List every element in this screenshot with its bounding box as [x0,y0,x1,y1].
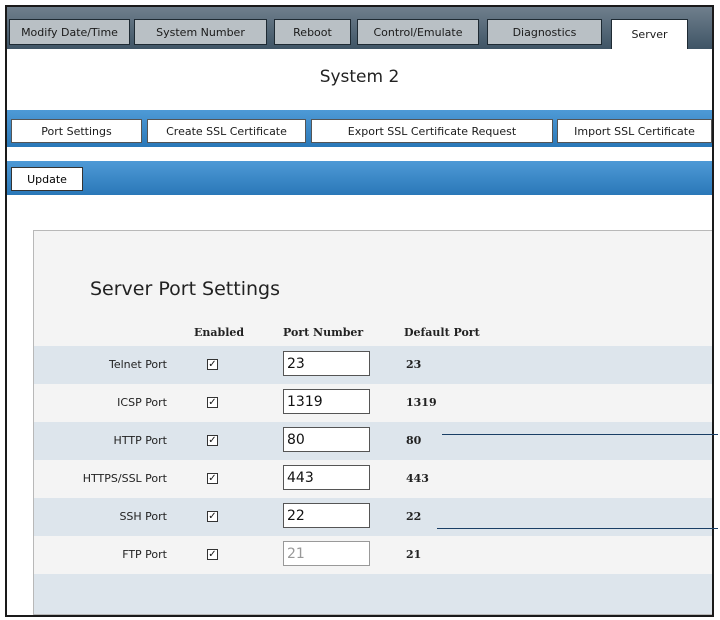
port-label: Telnet Port [108,358,167,371]
port-number-input[interactable] [283,503,370,528]
port-row-ftp: FTP Port ✓ 21 [34,536,712,574]
subtab-port-settings[interactable]: Port Settings [11,119,142,143]
default-port-value: 1319 [406,396,437,409]
default-port-value: 80 [406,434,422,447]
column-header-port-number: Port Number [283,326,364,339]
port-row-https-ssl: HTTPS/SSL Port ✓ 443 [34,460,712,498]
tab-reboot[interactable]: Reboot [274,19,351,45]
port-label: ICSP Port [117,396,167,409]
enabled-checkbox[interactable]: ✓ [207,435,218,446]
port-label: FTP Port [122,548,167,561]
port-number-input[interactable] [283,541,370,566]
callout-line-ssh [437,528,718,529]
tab-diagnostics[interactable]: Diagnostics [487,19,602,45]
port-number-input[interactable] [283,465,370,490]
port-label: HTTPS/SSL Port [82,472,167,485]
port-row-telnet: Telnet Port ✓ 23 [34,346,712,384]
tab-system-number[interactable]: System Number [134,19,267,45]
enabled-checkbox[interactable]: ✓ [207,511,218,522]
subtab-export-ssl-certificate-request[interactable]: Export SSL Certificate Request [311,119,553,143]
panel-footer-row [34,574,712,614]
enabled-checkbox[interactable]: ✓ [207,397,218,408]
port-label: HTTP Port [113,434,167,447]
port-row-ssh: SSH Port ✓ 22 [34,498,712,536]
enabled-checkbox[interactable]: ✓ [207,359,218,370]
sub-navigation: Port Settings Create SSL Certificate Exp… [7,110,712,147]
default-port-value: 23 [406,358,422,371]
default-port-value: 443 [406,472,429,485]
port-label: SSH Port [119,510,167,523]
callout-line-http [442,434,718,435]
port-number-input[interactable] [283,427,370,452]
server-port-settings-panel: Server Port Settings Enabled Port Number… [33,230,712,615]
page-title: System 2 [319,67,400,87]
port-row-http: HTTP Port ✓ 80 [34,422,712,460]
subtab-import-ssl-certificate[interactable]: Import SSL Certificate [557,119,712,143]
tab-modify-date-time[interactable]: Modify Date/Time [9,19,130,45]
port-number-input[interactable] [283,389,370,414]
tab-server[interactable]: Server [611,19,688,49]
default-port-value: 22 [406,510,422,523]
enabled-checkbox[interactable]: ✓ [207,473,218,484]
subtab-create-ssl-certificate[interactable]: Create SSL Certificate [147,119,306,143]
column-header-default-port: Default Port [404,326,480,339]
panel-heading: Server Port Settings [90,278,280,300]
update-bar: Update [7,161,712,195]
enabled-checkbox[interactable]: ✓ [207,549,218,560]
top-navigation: Modify Date/Time System Number Reboot Co… [7,7,712,49]
app-frame: Modify Date/Time System Number Reboot Co… [5,5,714,617]
tab-control-emulate[interactable]: Control/Emulate [357,19,479,45]
port-number-input[interactable] [283,351,370,376]
port-row-icsp: ICSP Port ✓ 1319 [34,384,712,422]
default-port-value: 21 [406,548,422,561]
column-header-enabled: Enabled [194,326,245,339]
update-button[interactable]: Update [11,167,83,191]
